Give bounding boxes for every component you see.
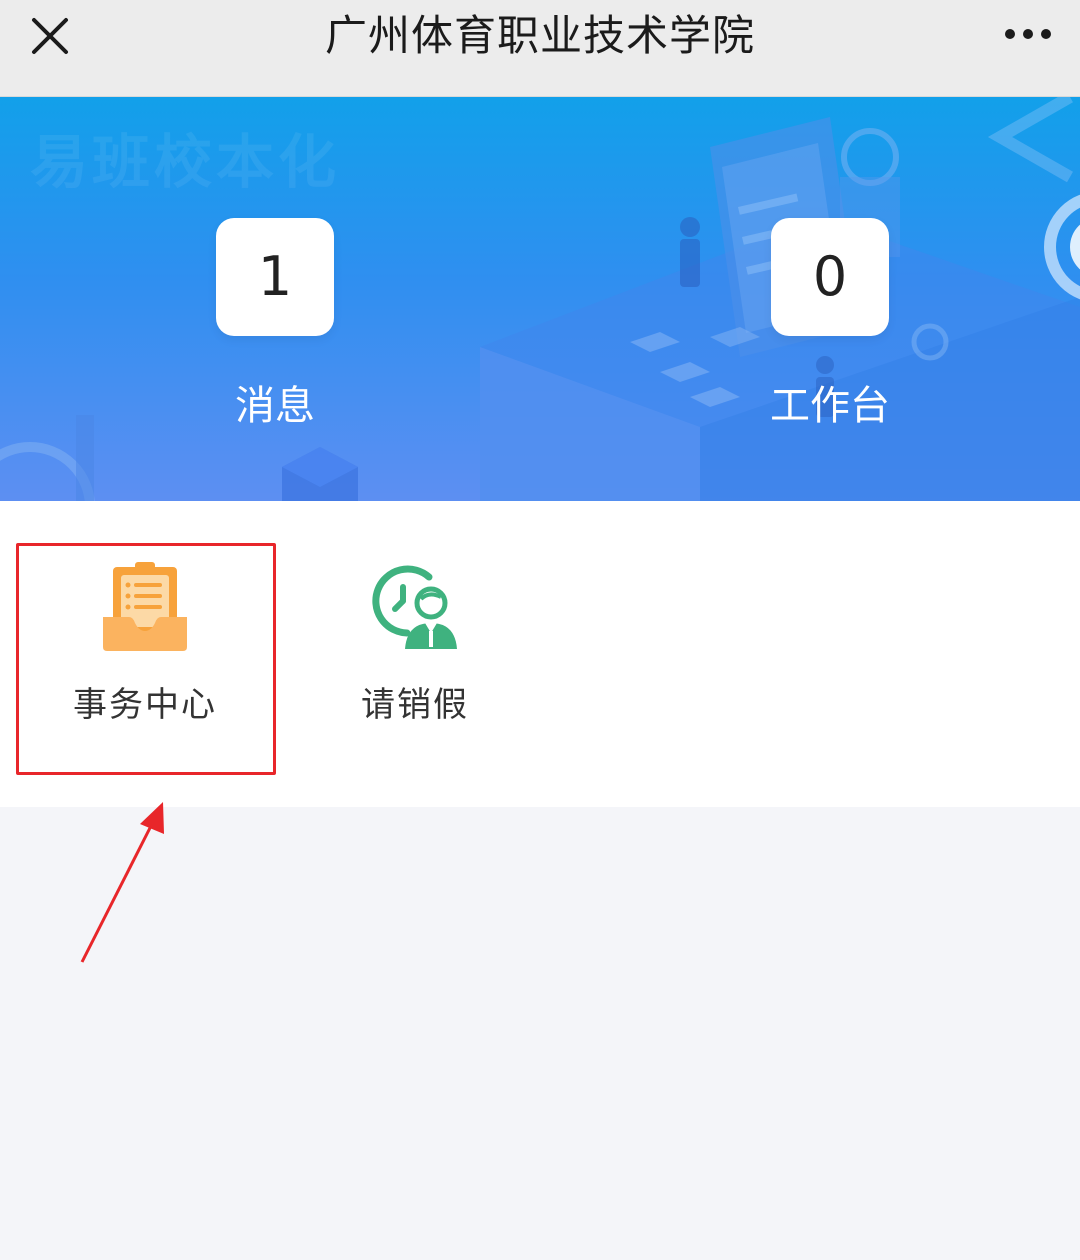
workbench-label[interactable]: 工作台: [730, 373, 930, 431]
message-count-card[interactable]: 1: [216, 218, 334, 336]
highlight-box: [16, 543, 276, 775]
leave-request-label: 请销假: [361, 685, 469, 725]
dashboard-banner: 易班校本化 1 消息 0 工作台: [0, 97, 1080, 501]
page-title: 广州体育职业技术学院: [324, 11, 755, 60]
banner-watermark: 易班校本化: [30, 128, 341, 196]
top-navigation-bar: 广州体育职业技术学院: [0, 0, 1080, 97]
workbench-count-card[interactable]: 0: [771, 218, 889, 336]
message-label[interactable]: 消息: [175, 373, 375, 431]
leave-request-app[interactable]: 请销假: [286, 501, 544, 733]
annotation-arrow-icon: [80, 802, 164, 963]
clock-person-icon: [372, 565, 457, 649]
more-icon: [1005, 29, 1051, 39]
close-button[interactable]: [22, 8, 78, 64]
close-icon: [32, 18, 68, 54]
more-button[interactable]: [998, 14, 1058, 54]
